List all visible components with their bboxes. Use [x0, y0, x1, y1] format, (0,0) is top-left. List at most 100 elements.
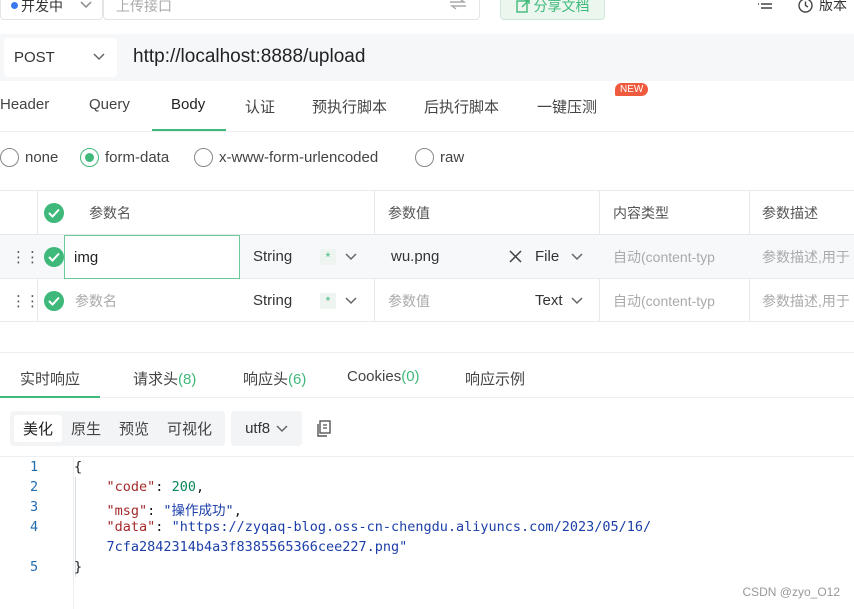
radio-raw[interactable]: raw — [415, 148, 464, 167]
view-preview-button[interactable]: 预览 — [110, 415, 158, 442]
tab-header[interactable]: Header — [0, 96, 49, 113]
param-type-select[interactable]: String — [253, 235, 292, 278]
radio-circle — [415, 148, 434, 167]
param-value-file[interactable]: wu.png — [391, 235, 439, 278]
tab-cookies[interactable]: Cookies(0) — [347, 368, 420, 385]
request-tabs: Header Query Body 认证 预执行脚本 后执行脚本 一键压测 — [0, 86, 854, 132]
radio-urlencoded[interactable]: x-www-form-urlencoded — [194, 148, 378, 167]
list-icon[interactable] — [757, 0, 773, 10]
line-number: 1 — [30, 459, 39, 475]
tab-body[interactable]: Body — [171, 96, 205, 113]
code-line: { — [74, 459, 82, 475]
value-kind-select[interactable]: Text — [535, 279, 583, 322]
param-value-input[interactable]: 参数值 — [388, 279, 430, 322]
param-desc-input[interactable]: 参数描述,用于 — [762, 235, 850, 278]
required-toggle[interactable]: * — [320, 235, 336, 278]
value-kind-label: Text — [535, 292, 563, 309]
view-mode-group: 美化 原生 预览 可视化 — [10, 411, 226, 446]
tab-response-examples[interactable]: 响应示例 — [465, 368, 525, 389]
share-icon — [515, 0, 530, 13]
content-type-input[interactable]: 自动(content-typ — [613, 235, 715, 278]
code-line: "msg": "操作成功", — [106, 503, 242, 519]
radio-form-data[interactable]: form-data — [80, 148, 169, 167]
json-brace: { — [74, 459, 83, 475]
line-number: 3 — [30, 499, 39, 515]
chevron-down-icon — [80, 1, 92, 9]
version-history-button[interactable]: 版本 — [798, 0, 847, 15]
method-select[interactable]: POST — [4, 38, 117, 77]
request-url-bar: POST http://localhost:8888/upload — [0, 34, 854, 81]
line-number: 5 — [30, 559, 39, 575]
chevron-down-icon — [276, 424, 288, 432]
tab-label: 响应头 — [243, 371, 289, 388]
version-label: 版本 — [819, 0, 847, 13]
check-icon — [44, 290, 64, 311]
table-row: ⋮⋮ img String * wu.png File 自动(content-t… — [0, 235, 854, 279]
api-name-input[interactable]: 上传接口 — [103, 0, 480, 20]
body-type-radio-group: none form-data x-www-form-urlencoded raw — [0, 148, 854, 174]
value-kind-select[interactable]: File — [535, 235, 583, 278]
param-name-input[interactable]: 参数名 — [75, 279, 117, 322]
param-name-value: img — [74, 248, 99, 266]
active-tab-indicator — [0, 396, 100, 398]
radio-none-label: none — [25, 149, 59, 166]
param-desc-input[interactable]: 参数描述,用于 — [762, 279, 850, 322]
param-name-input[interactable]: img — [64, 235, 240, 279]
tab-label: 请求头 — [133, 371, 179, 388]
response-toolbar: 美化 原生 预览 可视化 utf8 — [10, 411, 332, 446]
view-visualize-button[interactable]: 可视化 — [158, 415, 221, 442]
tab-request-headers[interactable]: 请求头(8) — [133, 368, 196, 389]
environment-select[interactable]: 开发中 — [0, 0, 103, 20]
code-line: "code": 200, — [106, 479, 205, 495]
content-type-input[interactable]: 自动(content-typ — [613, 279, 715, 322]
response-body-viewer[interactable]: 1 2 3 4 5 { "code": 200, "msg": "操作成功", … — [0, 456, 854, 609]
share-doc-label: 分享文档 — [533, 0, 590, 14]
param-type-select[interactable]: String — [253, 279, 292, 322]
header-content-type: 内容类型 — [613, 204, 669, 221]
row-checkbox[interactable] — [44, 279, 64, 322]
row-checkbox[interactable] — [44, 235, 64, 278]
chevron-down-icon[interactable] — [345, 235, 357, 278]
view-raw-button[interactable]: 原生 — [62, 415, 110, 442]
code-line: 7cfa2842314b4a3f8385565366cee227.png" — [74, 539, 408, 555]
drag-handle-icon[interactable]: ⋮⋮ — [11, 279, 39, 322]
copy-icon[interactable] — [316, 420, 332, 437]
tab-load-test[interactable]: 一键压测 — [537, 96, 597, 117]
value-kind-label: File — [535, 248, 560, 265]
share-doc-button[interactable]: 分享文档 — [500, 0, 605, 20]
tab-query[interactable]: Query — [89, 96, 130, 113]
tab-post-script[interactable]: 后执行脚本 — [424, 96, 499, 117]
radio-circle-checked — [80, 148, 99, 167]
header-param-value: 参数值 — [388, 204, 430, 221]
tab-live-response[interactable]: 实时响应 — [20, 368, 80, 389]
table-row: ⋮⋮ 参数名 String * 参数值 Text 自动(content-typ … — [0, 279, 854, 323]
tab-count: (6) — [288, 371, 307, 388]
check-icon — [44, 246, 64, 267]
api-name-placeholder: 上传接口 — [116, 0, 172, 14]
chevron-down-icon — [571, 252, 583, 260]
radio-form-data-label: form-data — [105, 149, 170, 166]
drag-handle-icon[interactable]: ⋮⋮ — [11, 235, 39, 278]
required-toggle[interactable]: * — [320, 279, 336, 322]
method-label: POST — [14, 49, 55, 66]
chevron-down-icon — [570, 296, 583, 304]
chevron-down-icon[interactable] — [345, 279, 357, 322]
params-table: 参数名 参数值 内容类型 参数描述 ⋮⋮ img String * wu.png… — [0, 190, 854, 322]
radio-none[interactable]: none — [0, 148, 58, 167]
active-tab-indicator — [152, 129, 226, 131]
swap-icon — [449, 0, 467, 10]
url-input[interactable]: http://localhost:8888/upload — [133, 46, 365, 68]
table-header-row: 参数名 参数值 内容类型 参数描述 — [0, 191, 854, 235]
view-beautify-button[interactable]: 美化 — [14, 415, 63, 442]
json-key: "msg" — [106, 503, 148, 519]
tab-pre-script[interactable]: 预执行脚本 — [312, 96, 387, 117]
tab-response-headers[interactable]: 响应头(6) — [243, 368, 306, 389]
clear-file-icon[interactable] — [509, 235, 522, 278]
json-string: 7cfa2842314b4a3f8385565366cee227.png" — [106, 539, 408, 555]
select-all-checkbox[interactable] — [44, 191, 64, 234]
tab-auth[interactable]: 认证 — [245, 96, 275, 117]
charset-select[interactable]: utf8 — [231, 411, 303, 446]
tab-label: Cookies — [347, 368, 402, 385]
tab-count: (8) — [178, 371, 197, 388]
tab-label: 响应示例 — [465, 371, 526, 388]
